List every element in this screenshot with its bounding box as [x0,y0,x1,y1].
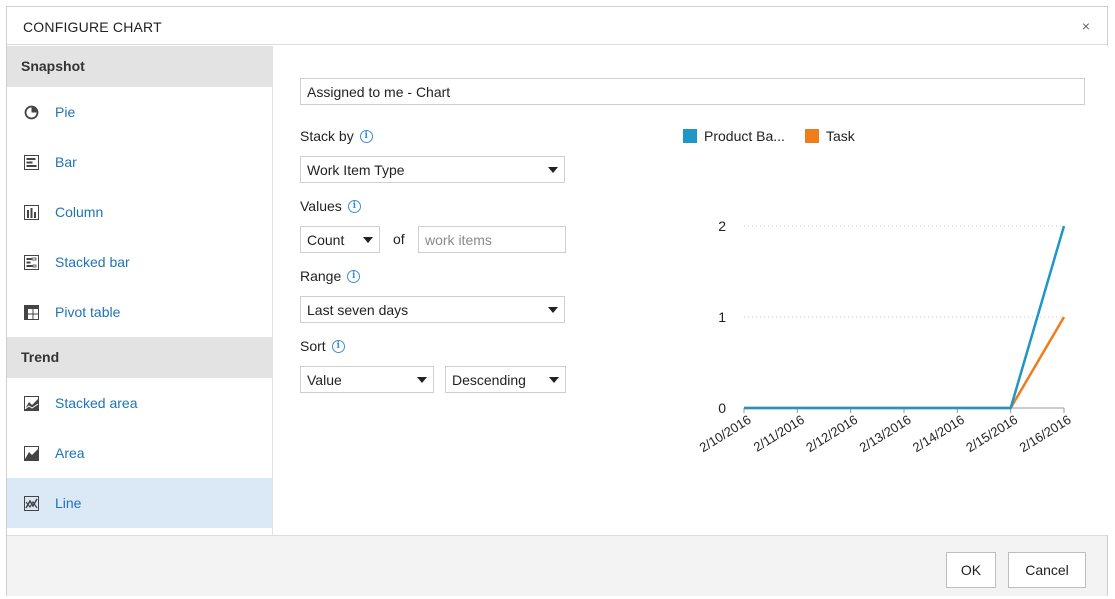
column-icon [23,204,39,220]
x-tick-label: 2/10/2016 [697,412,754,455]
dialog-footer: OK Cancel [7,535,1107,596]
chevron-down-icon [548,166,558,173]
chevron-down-icon [417,376,427,383]
sidebar-item-area[interactable]: Area [7,428,272,478]
sidebar-item-label: Bar [55,154,77,170]
x-tick-label: 2/13/2016 [857,412,914,455]
chevron-down-icon [549,376,559,383]
sidebar-item-label: Column [55,204,104,220]
sort-field-dropdown[interactable]: Value [300,366,434,393]
sidebar-item-label: Stacked bar [55,254,130,270]
stacked-area-icon [23,395,39,411]
x-tick-label: 2/16/2016 [1017,412,1074,455]
values-aggregation-dropdown[interactable]: Count [300,226,380,253]
range-label: Range i [300,268,361,284]
chevron-down-icon [363,236,373,243]
info-icon[interactable]: i [359,129,373,143]
series-line-task [744,316,1066,410]
line-chart: 0122/10/20162/11/20162/12/20162/13/20162… [697,218,1074,455]
stack-by-label: Stack by i [300,128,373,144]
sidebar-item-pie[interactable]: Pie [7,87,272,137]
sidebar-item-label: Line [55,495,82,511]
y-tick-label: 0 [718,400,726,416]
info-icon[interactable]: i [331,339,345,353]
chart-config-panel: Assigned to me - Chart Stack by i Work I… [274,46,1108,535]
configure-chart-dialog: CONFIGURE CHART × Snapshot Pie Bar Colum… [6,6,1108,596]
sidebar-item-bar[interactable]: Bar [7,137,272,187]
ok-button[interactable]: OK [946,552,996,588]
pie-icon [23,104,39,120]
x-tick-label: 2/15/2016 [963,412,1020,455]
stacked-bar-icon [23,254,39,270]
values-field-input[interactable]: work items [418,226,566,253]
sort-direction-dropdown[interactable]: Descending [445,366,566,393]
values-of-label: of [393,231,405,247]
x-tick-label: 2/14/2016 [910,412,967,455]
info-icon[interactable]: i [347,269,361,283]
info-icon[interactable]: i [347,199,361,213]
line-icon [23,495,39,511]
area-icon [23,445,39,461]
sidebar-item-label: Pivot table [55,304,121,320]
stack-by-dropdown[interactable]: Work Item Type [300,156,565,183]
y-tick-label: 1 [718,309,726,325]
bar-icon [23,154,39,170]
sidebar-item-stacked-bar[interactable]: Stacked bar [7,237,272,287]
y-tick-label: 2 [718,218,726,234]
legend-item-task: Task [805,128,855,144]
group-header-snapshot: Snapshot [7,46,272,87]
legend-item-product-backlog: Product Ba... [683,128,785,144]
values-label: Values i [300,198,361,214]
close-icon[interactable]: × [1077,17,1095,35]
sidebar-item-pivot-table[interactable]: Pivot table [7,287,272,337]
sidebar-item-label: Stacked area [55,395,138,411]
dialog-titlebar: CONFIGURE CHART × [7,7,1107,45]
sort-label: Sort i [300,338,345,354]
x-tick-label: 2/11/2016 [751,412,807,455]
legend-swatch [805,129,819,143]
chart-name-input[interactable]: Assigned to me - Chart [300,78,1085,105]
chart-type-sidebar: Snapshot Pie Bar Column Stacked bar Pivo… [7,46,273,535]
sidebar-item-stacked-area[interactable]: Stacked area [7,378,272,428]
sidebar-item-column[interactable]: Column [7,187,272,237]
cancel-button[interactable]: Cancel [1008,552,1086,588]
pivot-table-icon [23,304,39,320]
range-dropdown[interactable]: Last seven days [300,296,565,323]
x-tick-label: 2/12/2016 [803,412,860,455]
group-header-trend: Trend [7,337,272,378]
sidebar-item-line[interactable]: Line [7,478,272,528]
chevron-down-icon [548,306,558,313]
dialog-title: CONFIGURE CHART [23,19,162,35]
legend-swatch [683,129,697,143]
sidebar-item-label: Area [55,445,85,461]
sidebar-item-label: Pie [55,104,76,120]
